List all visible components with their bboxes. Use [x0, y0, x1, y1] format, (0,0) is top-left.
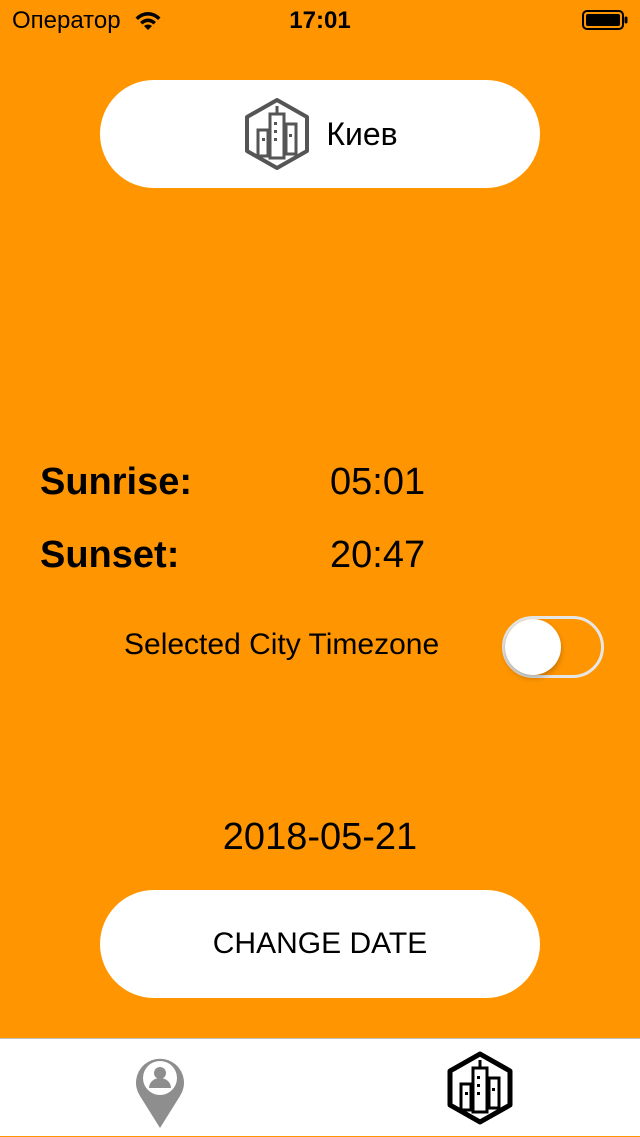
location-user-pin-icon — [136, 1058, 184, 1128]
status-bar: Оператор 17:01 — [0, 0, 640, 40]
change-date-button[interactable]: CHANGE DATE — [100, 890, 540, 998]
sunrise-time: 05:01 — [330, 461, 426, 503]
timezone-toggle-switch[interactable] — [502, 616, 604, 678]
city-buildings-icon — [447, 1051, 513, 1125]
city-select-button[interactable]: Киев — [100, 80, 540, 188]
city-name-label: Киев — [326, 115, 398, 152]
timezone-toggle-label: Selected City Timezone — [124, 628, 440, 661]
tab-city[interactable] — [320, 1039, 640, 1137]
tab-bar — [0, 1038, 640, 1136]
tab-my-location[interactable] — [0, 1039, 320, 1137]
selected-date: 2018-05-21 — [222, 816, 418, 858]
sunrise-label: Sunrise: — [40, 461, 193, 503]
city-buildings-icon — [245, 98, 310, 170]
sunset-label: Sunset: — [40, 534, 180, 576]
change-date-label: CHANGE DATE — [212, 927, 428, 960]
battery-icon — [582, 10, 628, 30]
status-time: 17:01 — [289, 7, 351, 34]
sunset-time: 20:47 — [330, 534, 426, 576]
toggle-knob — [505, 619, 561, 675]
